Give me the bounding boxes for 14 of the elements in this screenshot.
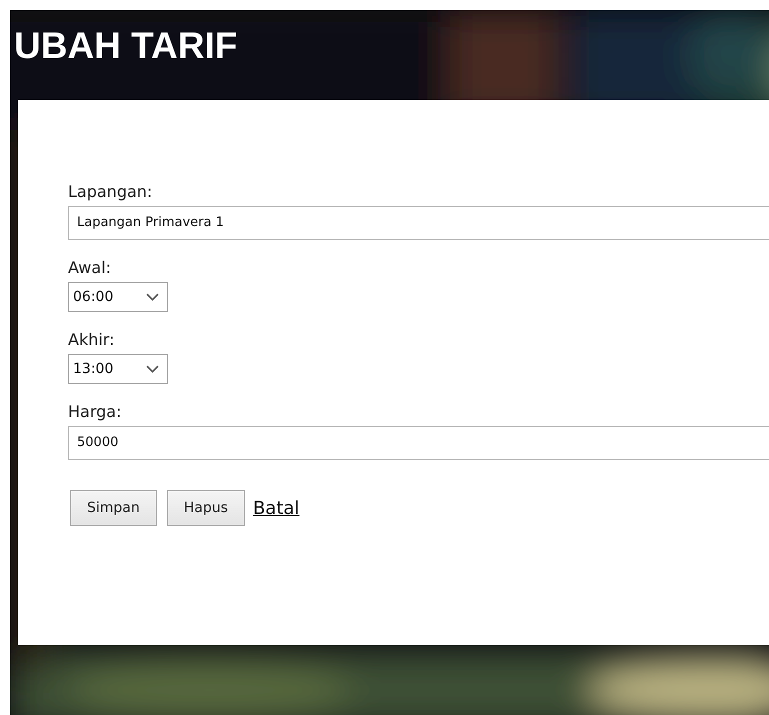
field-label: Akhir: (68, 330, 116, 350)
chevron-down-icon (146, 364, 159, 374)
action-button[interactable]: Simpan (70, 490, 157, 526)
field-label: Harga: (68, 402, 122, 422)
time-dropdown[interactable]: 06:00 (68, 282, 168, 312)
time-dropdown[interactable]: 13:00 (68, 354, 168, 384)
action-button[interactable]: Hapus (166, 490, 245, 526)
input-field[interactable]: Lapangan Primavera 1 (68, 206, 769, 240)
cancel-link[interactable]: Batal (252, 498, 300, 518)
field-label: Lapangan: (68, 182, 154, 202)
input-field[interactable]: 50000 (68, 426, 769, 460)
page-title: UBAH TARIF (13, 24, 238, 68)
field-label: Awal: (68, 258, 112, 278)
chevron-down-icon (146, 292, 159, 302)
